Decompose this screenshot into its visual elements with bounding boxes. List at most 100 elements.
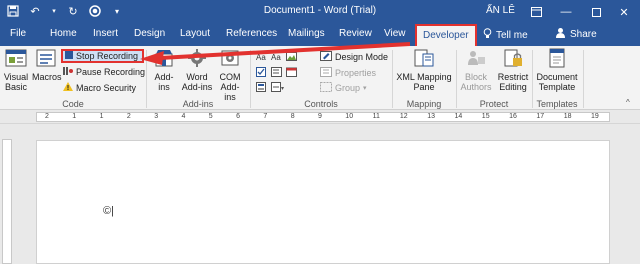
tab-home[interactable]: Home (50, 28, 77, 39)
title-bar: ↶ ▾ ↻ ▾ Document1 - Word (Trial) ẤN LÊ —… (0, 0, 640, 24)
vertical-ruler-track (2, 139, 12, 264)
ruler-number: 1 (72, 113, 77, 120)
xml-mapping-pane-label: XML Mapping Pane (396, 72, 452, 92)
ruler-number: 15 (481, 113, 490, 120)
com-addins-icon (216, 48, 244, 70)
redo-icon[interactable]: ↻ (66, 4, 80, 18)
maximize-icon[interactable] (582, 0, 610, 24)
ribbon-display-options-icon[interactable] (522, 0, 550, 24)
horizontal-ruler[interactable]: 2 1 1 2 3 4 5 6 7 8 9 10 11 12 13 14 15 16 17 18 19 (0, 110, 640, 124)
tab-references[interactable]: References (226, 28, 277, 39)
share-label: Share (570, 28, 597, 40)
tab-view[interactable]: View (384, 28, 406, 39)
minimize-icon[interactable]: — (552, 0, 580, 24)
group-divider (583, 50, 584, 108)
tab-insert[interactable]: Insert (93, 28, 118, 39)
dropdown-icon[interactable]: ▾ (50, 4, 58, 18)
restrict-editing-button[interactable]: Restrict Editing (496, 48, 530, 92)
share-button[interactable]: Share (555, 27, 597, 41)
combo-box-control[interactable] (271, 66, 282, 79)
undo-icon[interactable]: ↶ (28, 4, 42, 18)
ribbon-developer: Visual Basic Macros Stop Recording Pause… (0, 46, 640, 110)
block-authors-button[interactable]: Block Authors (459, 48, 493, 92)
legacy-tools-control[interactable]: ▾ (271, 81, 285, 94)
ruler-number: 10 (345, 113, 354, 120)
ruler-number: 11 (372, 113, 380, 120)
group-button[interactable]: Group ▾ (320, 81, 367, 94)
tab-design[interactable]: Design (134, 28, 165, 39)
gear-icon (181, 48, 213, 70)
design-mode-label: Design Mode (335, 51, 389, 62)
plain-text-icon: Aa (271, 52, 281, 63)
document-template-button[interactable]: Document Template (535, 48, 579, 92)
group-label-code: Code (62, 99, 84, 109)
design-mode-icon (320, 50, 332, 63)
group-label-controls: Controls (304, 99, 338, 109)
close-icon[interactable]: ✕ (610, 0, 638, 24)
ruler-number: 17 (536, 113, 545, 120)
ruler-number: 19 (591, 113, 599, 120)
legacy-tools-icon: ▾ (271, 81, 285, 94)
macros-button[interactable]: Macros (32, 48, 62, 82)
properties-icon (320, 66, 332, 79)
document-page[interactable]: ©| (36, 140, 610, 264)
save-icon[interactable] (6, 4, 20, 18)
word-addins-label: Word Add-ins (181, 72, 213, 92)
visual-basic-button[interactable]: Visual Basic (2, 48, 30, 92)
vertical-ruler[interactable] (0, 125, 14, 264)
properties-button[interactable]: Properties (320, 66, 376, 79)
plain-text-control[interactable]: Aa (271, 51, 281, 64)
text-cursor-icon: ©| (103, 205, 114, 217)
building-block-control[interactable] (256, 81, 266, 94)
ruler-number: 18 (563, 113, 572, 120)
design-mode-button[interactable]: Design Mode (320, 50, 388, 63)
tab-layout[interactable]: Layout (180, 28, 210, 39)
ruler-number: 2 (45, 113, 49, 120)
checkbox-control[interactable] (256, 66, 266, 79)
ribbon-tabs: File Home Insert Design Layout Reference… (0, 24, 640, 46)
stop-recording-label: Stop Recording (76, 51, 139, 61)
com-addins-label: COM Add-ins (219, 72, 241, 102)
customize-qat-icon[interactable]: ▾ (110, 4, 124, 18)
xml-mapping-pane-button[interactable]: XML Mapping Pane (395, 48, 453, 92)
rich-text-control[interactable]: Aa (256, 51, 266, 64)
picture-control[interactable] (286, 51, 297, 64)
checkbox-icon (256, 66, 266, 79)
combo-box-icon (271, 66, 282, 79)
ruler-number: 6 (236, 113, 240, 120)
ruler-number: 7 (263, 113, 268, 120)
document-template-icon (535, 48, 579, 70)
group-label-templates: Templates (536, 99, 578, 109)
macros-icon (32, 48, 60, 70)
chevron-down-icon: ▾ (363, 84, 367, 92)
com-addins-button[interactable]: COM Add-ins (216, 48, 244, 102)
user-name[interactable]: ẤN LÊ (486, 5, 515, 16)
svg-text:Aa: Aa (256, 53, 266, 61)
tab-review[interactable]: Review (339, 28, 372, 39)
group-label-addins: Add-ins (182, 99, 214, 109)
macro-security-label: Macro Security (76, 82, 137, 93)
group-icon (320, 81, 332, 94)
ruler-number: 5 (208, 113, 213, 120)
visual-basic-label: Visual Basic (3, 72, 29, 92)
ruler-number: 8 (290, 113, 295, 120)
tab-file[interactable]: File (10, 28, 26, 39)
picture-icon (286, 52, 297, 63)
tab-developer[interactable]: Developer (415, 24, 477, 46)
group-label-mapping: Mapping (406, 99, 442, 109)
restrict-editing-label: Restrict Editing (497, 72, 529, 92)
stop-recording-button[interactable]: Stop Recording (61, 49, 145, 63)
date-picker-control[interactable] (286, 66, 297, 79)
word-addins-button[interactable]: Word Add-ins (181, 48, 213, 92)
person-icon (555, 27, 566, 41)
tell-me-box[interactable]: Tell me (483, 28, 528, 42)
pause-recording-label: Pause Recording (76, 66, 146, 77)
macro-security-button[interactable]: Macro Security (63, 81, 136, 94)
building-block-icon (256, 81, 266, 94)
pause-recording-button[interactable]: Pause Recording (63, 65, 145, 78)
addins-label: Add-ins (154, 72, 174, 92)
record-icon[interactable] (88, 4, 102, 18)
addins-button[interactable]: Add-ins (150, 48, 178, 92)
collapse-ribbon-icon[interactable]: ^ (626, 98, 630, 107)
tab-mailings[interactable]: Mailings (288, 28, 325, 39)
